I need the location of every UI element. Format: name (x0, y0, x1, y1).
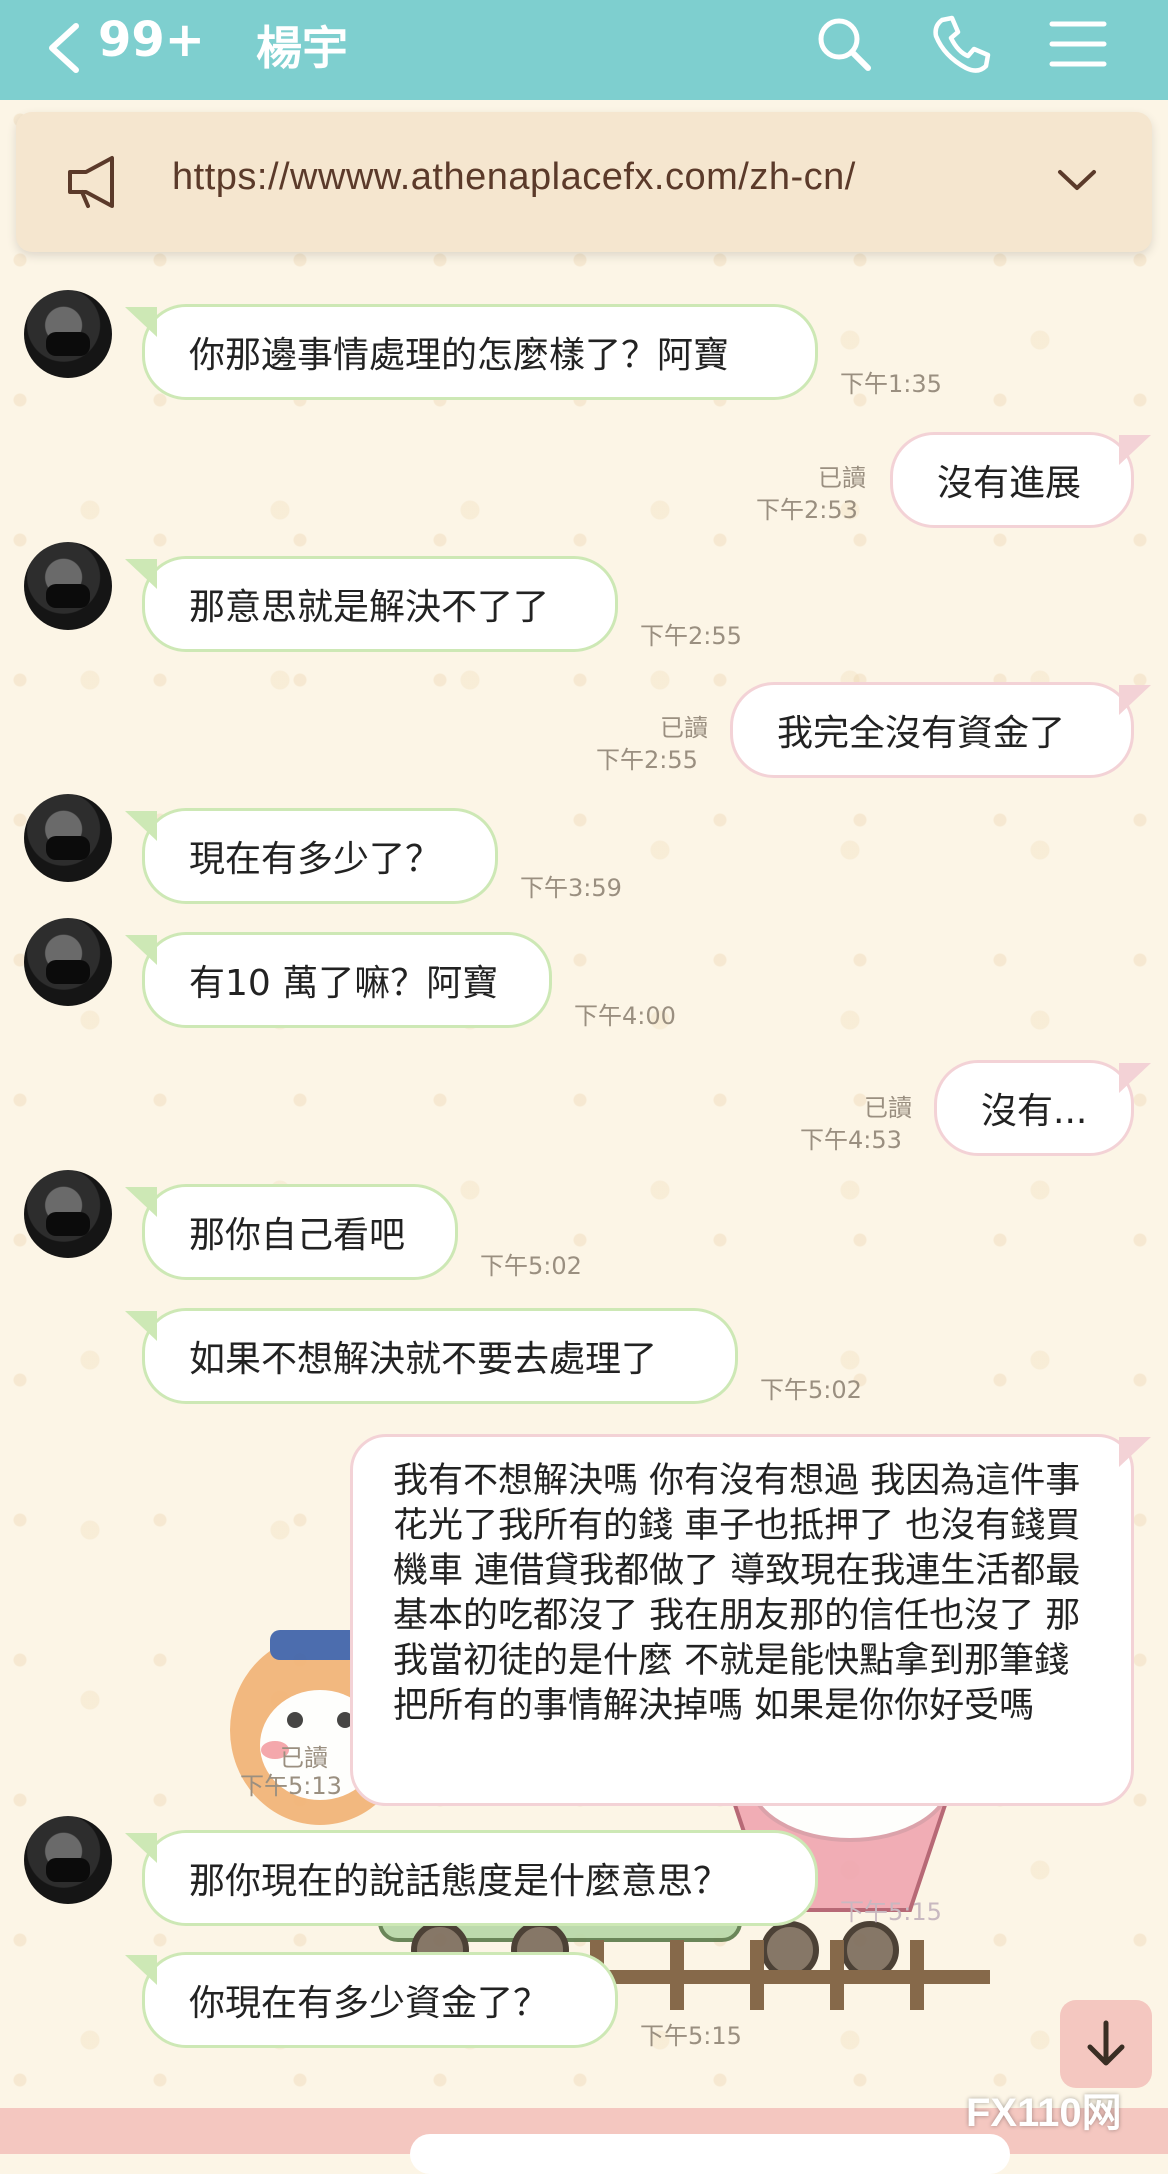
message-bubble[interactable]: 那你自己看吧 (125, 1184, 458, 1280)
read-receipt: 已讀 (864, 1094, 912, 1122)
chevron-down-icon[interactable] (1056, 166, 1098, 196)
message-time: 下午2:55 (596, 746, 698, 774)
message-bubble[interactable]: 那意思就是解決不了了 (125, 556, 618, 652)
message-time: 下午2:53 (756, 496, 858, 524)
arrow-down-icon (1087, 2020, 1125, 2066)
message-time: 下午5:13 (240, 1772, 342, 1800)
unread-count[interactable]: 99+ (98, 12, 205, 68)
message-time: 下午4:00 (574, 1002, 676, 1030)
watermark: FX110网 (966, 2091, 1122, 2135)
back-icon[interactable] (40, 18, 90, 78)
message-bubble[interactable]: 如果不想解決就不要去處理了 (125, 1308, 738, 1404)
message-bubble[interactable]: 有10 萬了嘛？阿寶 (125, 932, 552, 1028)
contact-avatar[interactable] (24, 1816, 112, 1904)
read-receipt: 已讀 (660, 714, 708, 742)
search-icon[interactable] (812, 12, 876, 76)
contact-avatar[interactable] (24, 794, 112, 882)
menu-icon[interactable] (1046, 12, 1110, 76)
message-bubble-long[interactable]: 我有不想解決嗎 你有沒有想過 我因為這件事花光了我所有的錢 車子也抵押了 也沒有… (350, 1434, 1151, 1806)
message-bubble[interactable]: 現在有多少了？ (125, 808, 498, 904)
message-time: 下午4:53 (800, 1126, 902, 1154)
announcement-url[interactable]: https://wwww.athenaplacefx.com/zh-cn/ (172, 156, 856, 199)
message-bubble[interactable]: 沒有進展 (890, 432, 1151, 528)
message-time: 下午5:15 (840, 1898, 942, 1926)
message-time: 下午3:59 (520, 874, 622, 902)
read-receipt: 已讀 (818, 464, 866, 492)
contact-avatar[interactable] (24, 290, 112, 378)
message-input[interactable] (410, 2134, 1010, 2174)
phone-icon[interactable] (928, 12, 992, 76)
chat-header: 99+ 楊宇 (0, 0, 1168, 100)
message-time: 下午5:02 (480, 1252, 582, 1280)
chat-title: 楊宇 (256, 21, 348, 75)
scroll-to-bottom-button[interactable] (1060, 2000, 1152, 2088)
message-bubble[interactable]: 你那邊事情處理的怎麼樣了？阿寶 (125, 304, 818, 400)
megaphone-icon (68, 156, 114, 208)
message-bubble[interactable]: 那你現在的說話態度是什麼意思？ (125, 1830, 818, 1926)
message-bubble[interactable]: 我完全沒有資金了 (730, 682, 1151, 778)
message-time: 下午2:55 (640, 622, 742, 650)
message-time: 下午5:15 (640, 2022, 742, 2050)
message-time: 下午5:02 (760, 1376, 862, 1404)
message-time: 下午1:35 (840, 370, 942, 398)
announcement-banner[interactable]: https://wwww.athenaplacefx.com/zh-cn/ (16, 112, 1152, 252)
message-bubble[interactable]: 你現在有多少資金了？ (125, 1952, 618, 2048)
contact-avatar[interactable] (24, 542, 112, 630)
message-bubble[interactable]: 沒有... (934, 1060, 1151, 1156)
contact-avatar[interactable] (24, 918, 112, 1006)
contact-avatar[interactable] (24, 1170, 112, 1258)
